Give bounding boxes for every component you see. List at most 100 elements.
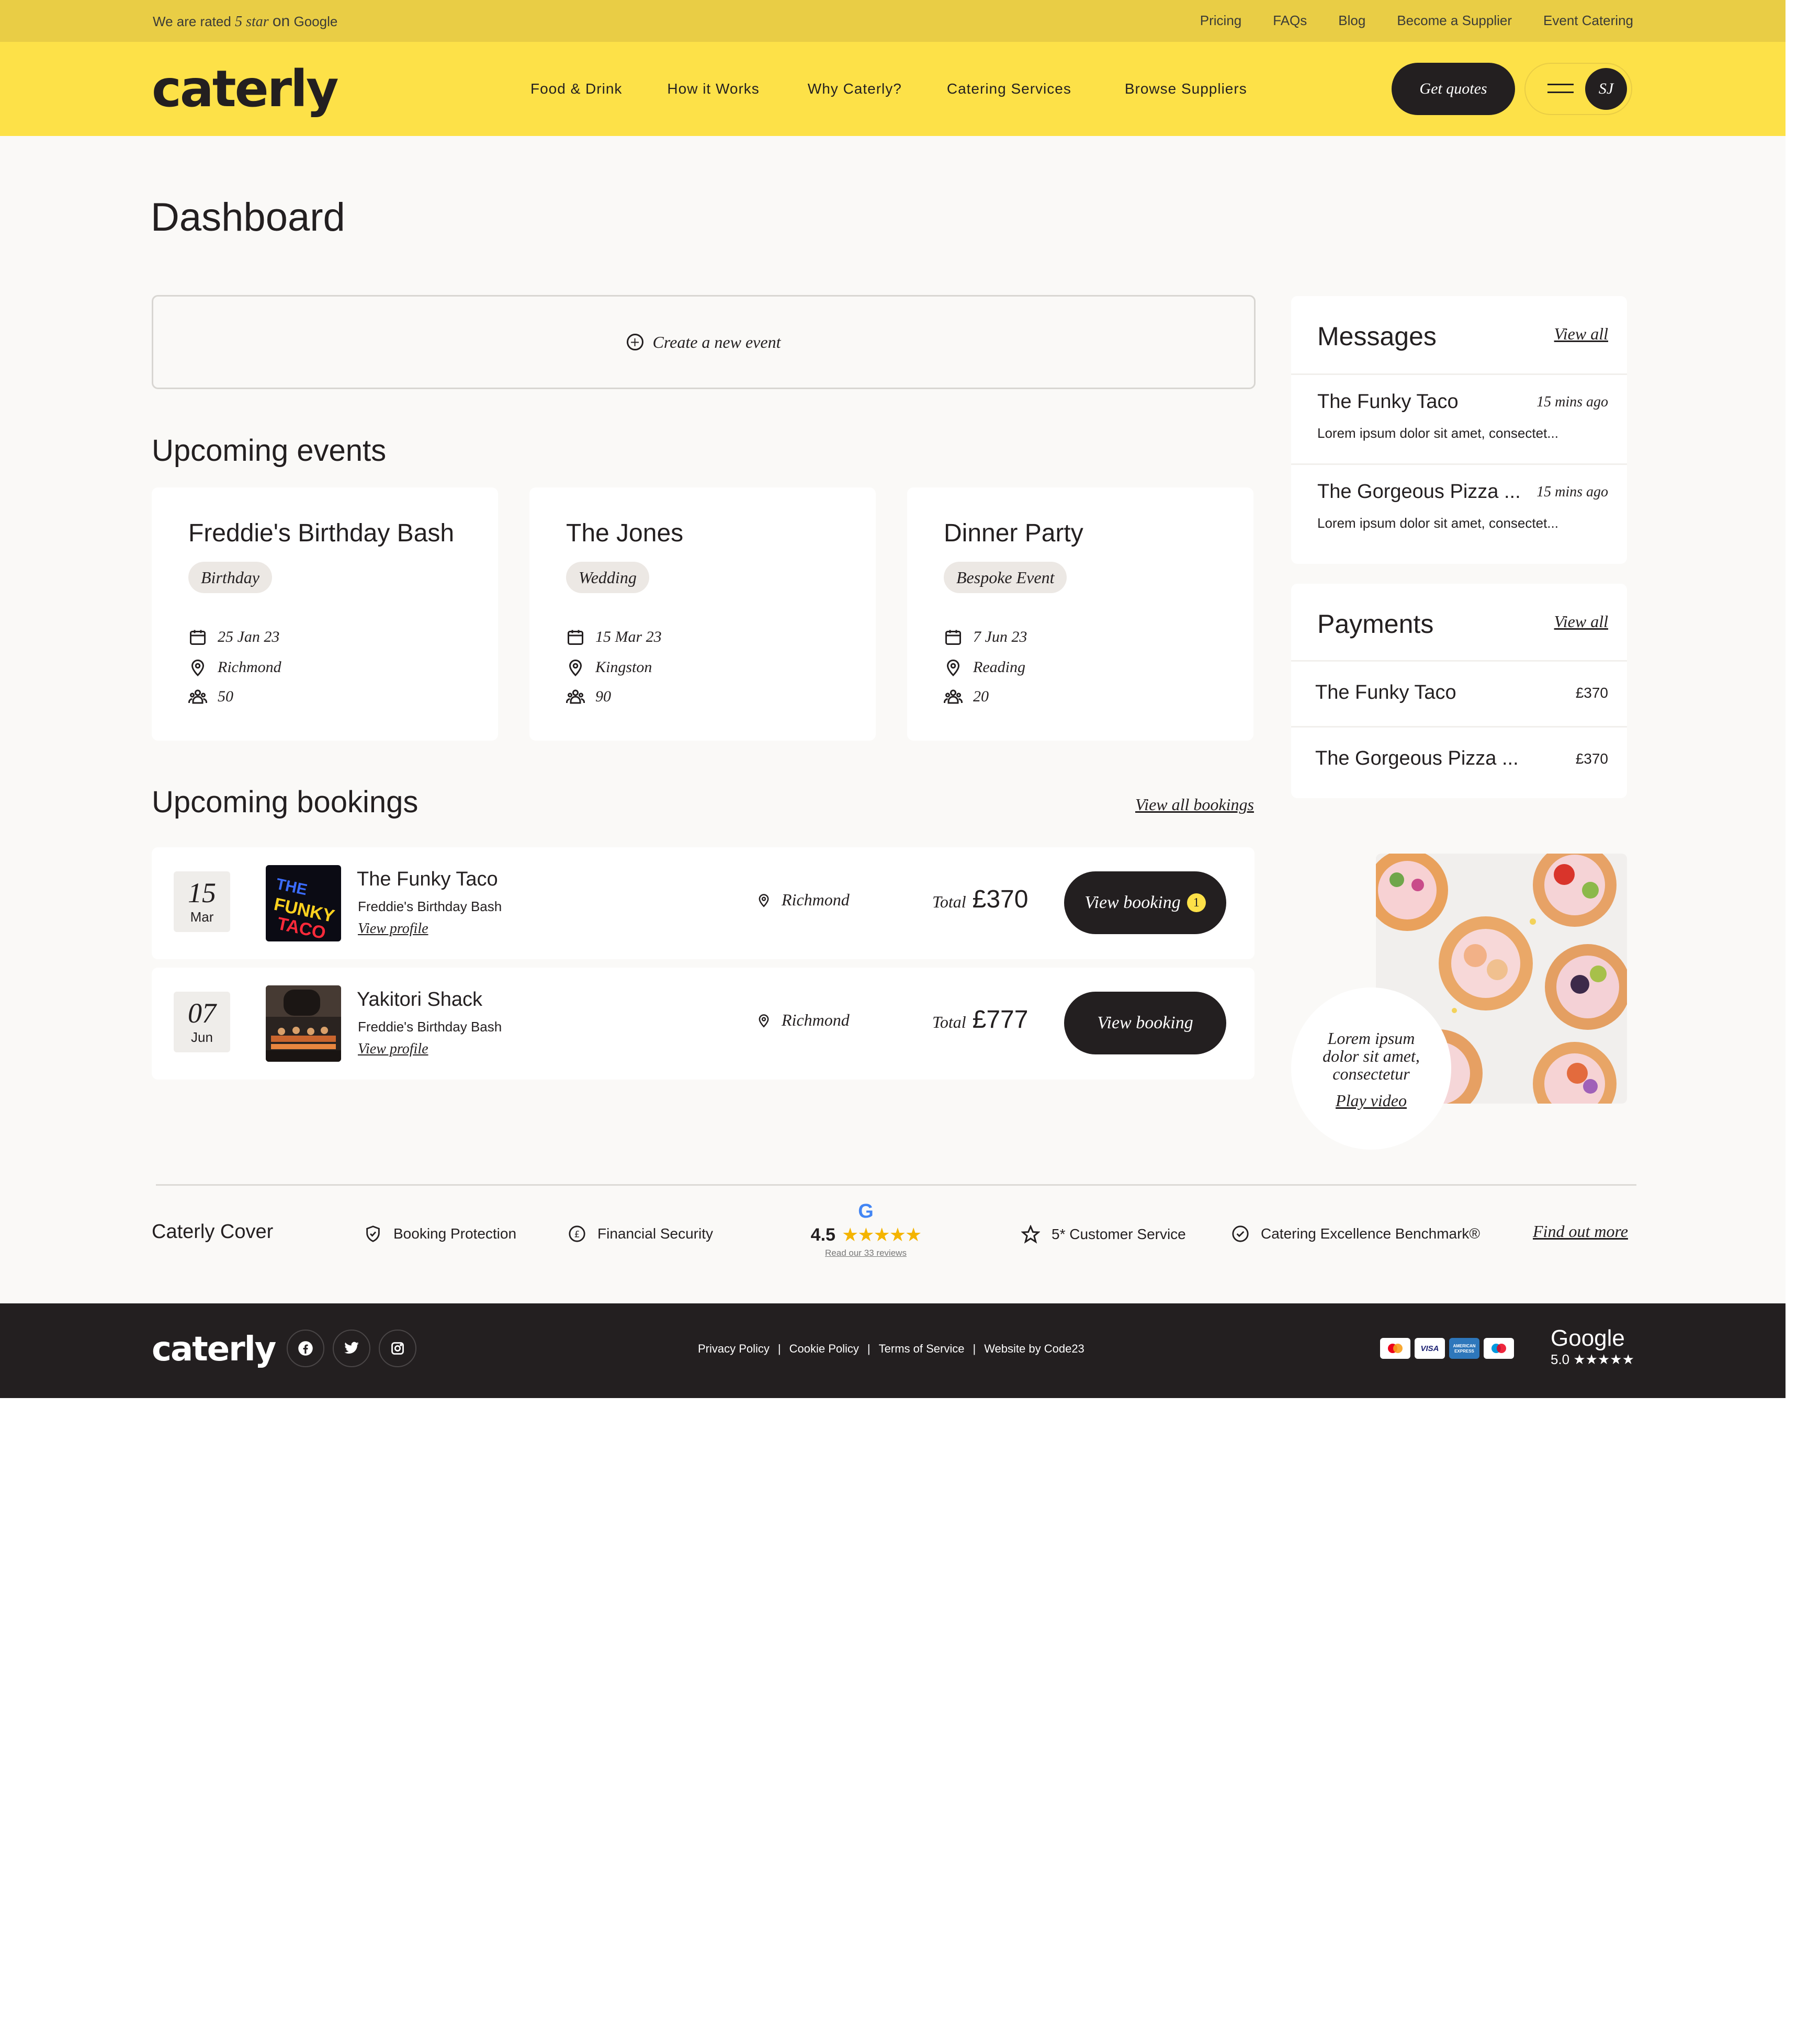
event-guests: 50 [188,687,233,706]
google-g-icon: G [858,1200,874,1222]
mastercard-icon [1380,1338,1410,1359]
booking-month: Mar [190,909,214,925]
booking-month: Jun [191,1029,213,1045]
booking-event-name: Freddie's Birthday Bash [358,1019,502,1035]
top-link-blog[interactable]: Blog [1338,13,1365,29]
payments-view-all-link[interactable]: View all [1554,612,1608,631]
video-promo-text: Lorem ipsum dolor sit amet, consectetur [1323,1029,1420,1083]
payment-item[interactable]: The Funky Taco £370 [1291,660,1627,726]
calendar-icon [190,630,206,645]
pound-coin-icon: £ [569,1225,585,1242]
event-name: Dinner Party [944,519,1083,547]
payment-supplier: The Funky Taco [1315,682,1456,703]
cookie-policy-link[interactable]: Cookie Policy [789,1342,859,1356]
footer: caterly Privacy Policy | Cookie Policy | T… [0,1303,1786,1398]
view-booking-button[interactable]: View booking 1 [1064,871,1226,934]
google-reviews-widget[interactable]: G 4.5 ★★★★★ Read our 33 reviews [806,1201,926,1264]
view-booking-button[interactable]: View booking [1064,992,1226,1054]
payments-panel: Payments View all The Funky Taco £370 Th… [1291,584,1627,798]
google-rating-text: We are rated 5 star on Google [153,13,338,30]
nav-why-caterly[interactable]: Why Caterly? [808,81,902,97]
booking-row: 07 Jun Yakitori Shack Freddie's Birthday… [152,968,1255,1080]
event-card[interactable]: Freddie's Birthday Bash Birthday 25 Jan … [152,487,498,741]
booking-total: Total £370 [932,885,1029,913]
page: We are rated 5 star on Google Pricing FA… [0,0,1786,1398]
messages-heading: Messages [1317,322,1437,351]
avatar[interactable]: SJ [1585,68,1627,110]
event-guests: 20 [944,687,989,706]
guests-icon [188,689,207,704]
message-item[interactable]: The Funky Taco 15 mins ago Lorem ipsum d… [1291,373,1627,463]
visa-icon: VISA [1415,1338,1445,1359]
event-date: 15 Mar 23 [566,628,662,646]
nav-food-drink[interactable]: Food & Drink [530,81,622,97]
notification-badge: 1 [1186,893,1206,912]
hamburger-menu-icon[interactable] [1547,84,1574,95]
event-card[interactable]: Dinner Party Bespoke Event 7 Jun 23 Read… [907,487,1253,741]
message-preview: Lorem ipsum dolor sit amet, consectet... [1317,425,1558,441]
booking-location: Richmond [756,1010,850,1030]
instagram-icon[interactable] [379,1330,416,1367]
amex-icon: AMERICAN EXPRESS [1449,1338,1479,1359]
read-reviews-link[interactable]: Read our 33 reviews [806,1248,926,1258]
booking-date: 07 Jun [174,992,230,1052]
caterly-logo[interactable]: caterly [152,64,339,114]
event-location: Richmond [188,658,281,677]
booking-day: 15 [188,877,216,909]
view-profile-link[interactable]: View profile [358,1041,428,1058]
booking-date: 15 Mar [174,871,230,932]
find-out-more-link[interactable]: Find out more [1533,1222,1628,1241]
get-quotes-button[interactable]: Get quotes [1392,63,1515,115]
location-pin-icon [946,660,960,677]
top-link-faqs[interactable]: FAQs [1273,13,1307,29]
top-link-event-catering[interactable]: Event Catering [1543,13,1633,29]
maestro-icon [1484,1338,1514,1359]
upcoming-bookings-heading: Upcoming bookings [152,785,419,819]
play-video-link[interactable]: Play video [1291,1091,1451,1110]
message-sender: The Funky Taco [1317,391,1459,413]
cover-booking-protection: Booking Protection [364,1225,516,1243]
calendar-icon [568,630,583,645]
svg-text:VISA: VISA [1420,1344,1439,1353]
facebook-icon[interactable] [287,1330,324,1367]
footer-logo[interactable]: caterly [152,1333,276,1366]
message-item[interactable]: The Gorgeous Pizza ... 15 mins ago Lorem… [1291,463,1627,553]
terms-of-service-link[interactable]: Terms of Service [879,1342,965,1356]
payment-amount: £370 [1575,685,1608,701]
nav-how-it-works[interactable]: How it Works [667,81,759,97]
top-link-become-supplier[interactable]: Become a Supplier [1397,13,1512,29]
cover-excellence-benchmark: Catering Excellence Benchmark® [1231,1225,1480,1243]
svg-text:EXPRESS: EXPRESS [1454,1349,1474,1354]
google-wordmark: Google [1551,1325,1625,1351]
top-link-pricing[interactable]: Pricing [1200,13,1241,29]
view-profile-link[interactable]: View profile [358,921,428,937]
upcoming-events-heading: Upcoming events [152,434,387,468]
shield-icon [366,1225,380,1242]
booking-row: 15 Mar THE FUNKY TACO The Funky Taco Fre… [152,847,1255,959]
view-all-bookings-link[interactable]: View all bookings [1135,795,1254,814]
messages-view-all-link[interactable]: View all [1554,324,1608,344]
check-circle-icon [1232,1225,1249,1242]
nav-catering-services[interactable]: Catering Services [947,81,1071,97]
account-menu[interactable]: SJ [1524,63,1632,115]
booking-total-amount: £370 [972,885,1029,913]
cover-customer-service: 5* Customer Service [1021,1225,1186,1244]
twitter-icon[interactable] [333,1330,370,1367]
cover-financial-security: £ Financial Security [568,1225,713,1243]
caterly-cover-title: Caterly Cover [152,1221,274,1243]
event-tag: Wedding [566,562,649,593]
event-card[interactable]: The Jones Wedding 15 Mar 23 Kingston 90 [529,487,876,741]
create-event-button[interactable]: + Create a new event [152,295,1256,389]
divider [156,1184,1636,1186]
nav-browse-suppliers[interactable]: Browse Suppliers [1125,81,1247,97]
event-location: Reading [944,658,1025,677]
payment-supplier: The Gorgeous Pizza ... [1315,747,1519,769]
plus-circle-icon: + [626,334,643,350]
payment-item[interactable]: The Gorgeous Pizza ... £370 [1291,726,1627,792]
location-pin-icon [759,893,769,907]
website-by-link[interactable]: Website by Code23 [984,1342,1084,1356]
video-promo: Lorem ipsum dolor sit amet, consectetur … [1291,987,1451,1150]
supplier-thumbnail: THE FUNKY TACO [266,865,341,941]
privacy-policy-link[interactable]: Privacy Policy [698,1342,770,1356]
event-tag: Birthday [188,562,272,593]
